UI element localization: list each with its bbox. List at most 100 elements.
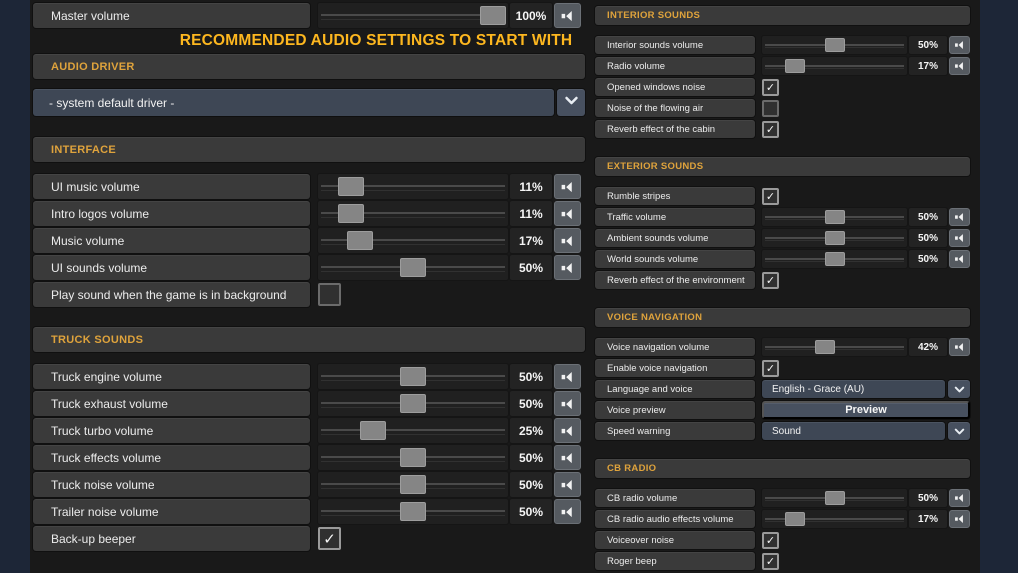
value-readout: 50% bbox=[510, 445, 552, 470]
volume-slider[interactable] bbox=[762, 510, 907, 528]
mute-button[interactable] bbox=[554, 499, 581, 524]
mute-button[interactable] bbox=[554, 201, 581, 226]
slider-handle[interactable] bbox=[825, 252, 845, 266]
slider-handle[interactable] bbox=[400, 394, 426, 413]
value-readout: 50% bbox=[909, 250, 947, 268]
setting-label: Master volume bbox=[33, 3, 310, 28]
checkbox[interactable] bbox=[762, 99, 779, 117]
volume-slider[interactable] bbox=[318, 499, 508, 524]
settings-row: Truck exhaust volume 50% bbox=[33, 391, 585, 416]
volume-slider[interactable] bbox=[318, 201, 508, 226]
value-readout: 17% bbox=[909, 57, 947, 75]
dropdown-chevron-button[interactable] bbox=[948, 380, 970, 398]
volume-slider[interactable] bbox=[318, 174, 508, 199]
volume-slider[interactable] bbox=[762, 208, 907, 226]
mute-button[interactable] bbox=[554, 364, 581, 389]
mute-button[interactable] bbox=[949, 57, 970, 75]
value-readout: 17% bbox=[909, 510, 947, 528]
mute-button[interactable] bbox=[949, 489, 970, 507]
slider-handle[interactable] bbox=[338, 204, 364, 223]
settings-section: VOICE NAVIGATION Voice navigation volume 4… bbox=[595, 308, 970, 440]
mute-button[interactable] bbox=[554, 174, 581, 199]
slider-handle[interactable] bbox=[400, 475, 426, 494]
mute-button[interactable] bbox=[949, 36, 970, 54]
volume-slider[interactable] bbox=[762, 338, 907, 356]
volume-slider[interactable] bbox=[318, 255, 508, 280]
mute-button[interactable] bbox=[949, 338, 970, 356]
slider-handle[interactable] bbox=[400, 258, 426, 277]
dropdown[interactable]: English - Grace (AU) bbox=[762, 380, 945, 398]
slider-handle[interactable] bbox=[400, 502, 426, 521]
slider-handle[interactable] bbox=[825, 231, 845, 245]
settings-row: UI sounds volume 50% bbox=[33, 255, 585, 280]
slider-handle[interactable] bbox=[785, 59, 805, 73]
checkbox[interactable]: ✓ bbox=[318, 527, 341, 550]
mute-button[interactable] bbox=[949, 208, 970, 226]
volume-slider[interactable] bbox=[762, 36, 907, 54]
speaker-icon bbox=[561, 10, 572, 21]
volume-slider[interactable] bbox=[762, 489, 907, 507]
section-rows: Voice navigation volume 42% Enable voice n… bbox=[595, 338, 970, 440]
mute-button[interactable] bbox=[554, 445, 581, 470]
volume-slider[interactable] bbox=[318, 445, 508, 470]
volume-slider[interactable] bbox=[318, 364, 508, 389]
settings-row: Reverb effect of the environment ✓ bbox=[595, 271, 970, 289]
mute-button[interactable] bbox=[949, 229, 970, 247]
setting-label: Traffic volume bbox=[595, 208, 755, 226]
mute-button[interactable] bbox=[949, 250, 970, 268]
slider-handle[interactable] bbox=[825, 38, 845, 52]
slider-handle[interactable] bbox=[785, 512, 805, 526]
mute-button[interactable] bbox=[554, 472, 581, 497]
mute-button[interactable] bbox=[554, 418, 581, 443]
speaker-icon bbox=[954, 343, 963, 352]
setting-label: Truck turbo volume bbox=[33, 418, 310, 443]
checkbox[interactable]: ✓ bbox=[762, 552, 779, 570]
mute-button[interactable] bbox=[949, 510, 970, 528]
checkbox[interactable]: ✓ bbox=[762, 187, 779, 205]
value-readout: 50% bbox=[510, 472, 552, 497]
checkbox[interactable] bbox=[318, 283, 341, 306]
dropdown-chevron-button[interactable] bbox=[948, 422, 970, 440]
dropdown[interactable]: Sound bbox=[762, 422, 945, 440]
volume-slider[interactable] bbox=[762, 57, 907, 75]
slider-handle[interactable] bbox=[347, 231, 373, 250]
speaker-icon bbox=[954, 515, 963, 524]
slider-handle[interactable] bbox=[815, 340, 835, 354]
checkbox[interactable]: ✓ bbox=[762, 120, 779, 138]
checkbox[interactable]: ✓ bbox=[762, 359, 779, 377]
checkbox[interactable]: ✓ bbox=[762, 78, 779, 96]
value-readout: 100% bbox=[510, 3, 552, 28]
volume-slider[interactable] bbox=[762, 229, 907, 247]
slider-handle[interactable] bbox=[825, 210, 845, 224]
slider-handle[interactable] bbox=[400, 448, 426, 467]
volume-slider[interactable] bbox=[762, 250, 907, 268]
mute-button[interactable] bbox=[554, 255, 581, 280]
slider-handle[interactable] bbox=[338, 177, 364, 196]
setting-label: Opened windows noise bbox=[595, 78, 755, 96]
speaker-icon bbox=[561, 506, 572, 517]
audio-driver-dropdown[interactable]: - system default driver - bbox=[33, 89, 554, 116]
settings-row: Enable voice navigation ✓ bbox=[595, 359, 970, 377]
slider-handle[interactable] bbox=[400, 367, 426, 386]
checkbox[interactable]: ✓ bbox=[762, 271, 779, 289]
volume-slider[interactable] bbox=[318, 3, 508, 28]
audio-driver-chevron-button[interactable] bbox=[557, 89, 585, 116]
slider-handle[interactable] bbox=[360, 421, 386, 440]
checkbox[interactable]: ✓ bbox=[762, 531, 779, 549]
volume-slider[interactable] bbox=[318, 472, 508, 497]
mute-button[interactable] bbox=[554, 3, 581, 28]
speaker-icon bbox=[954, 494, 963, 503]
slider-handle[interactable] bbox=[480, 6, 506, 25]
preview-button[interactable]: Preview bbox=[762, 401, 970, 419]
slider-handle[interactable] bbox=[825, 491, 845, 505]
volume-slider[interactable] bbox=[318, 391, 508, 416]
setting-label: Truck effects volume bbox=[33, 445, 310, 470]
right-column: INTERIOR SOUNDS Interior sounds volume 50%… bbox=[595, 6, 970, 573]
volume-slider[interactable] bbox=[318, 418, 508, 443]
setting-label: Voice preview bbox=[595, 401, 755, 419]
mute-button[interactable] bbox=[554, 391, 581, 416]
volume-slider[interactable] bbox=[318, 228, 508, 253]
mute-button[interactable] bbox=[554, 228, 581, 253]
speaker-icon bbox=[561, 181, 572, 192]
settings-row: Opened windows noise ✓ bbox=[595, 78, 970, 96]
